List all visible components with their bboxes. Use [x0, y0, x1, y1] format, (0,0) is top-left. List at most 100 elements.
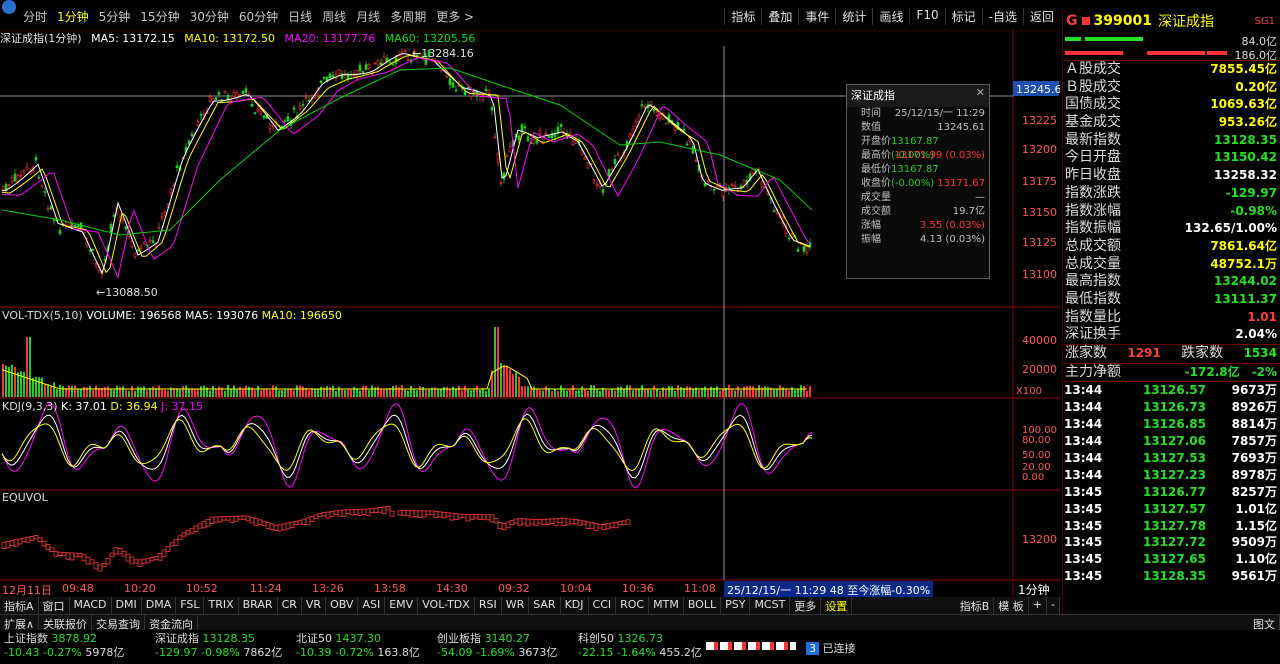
index-ticker[interactable]: 深证成指 13128.35 -129.97 -0.98% 7862亿: [155, 632, 282, 660]
tick-volume: 8926万: [1231, 400, 1277, 415]
equvol-box: [41, 540, 47, 547]
period-10[interactable]: 更多 >: [431, 8, 479, 25]
indicator-tab-14[interactable]: RSI: [475, 597, 502, 614]
time-tick: 10:20: [124, 582, 156, 595]
volume-bar: [668, 385, 670, 397]
volume-bar: [488, 388, 490, 397]
indicator-tab-20[interactable]: MTM: [649, 597, 684, 614]
period-0[interactable]: 分时: [18, 8, 52, 25]
tool-button-8[interactable]: 返回: [1022, 8, 1060, 25]
volume-bar: [620, 386, 622, 397]
candle-body: [634, 121, 638, 127]
period-2[interactable]: 5分钟: [94, 8, 136, 25]
indicator-tab-1[interactable]: 窗口: [39, 597, 70, 614]
period-9[interactable]: 多周期: [385, 8, 431, 25]
volume-bar: [734, 390, 736, 397]
indicator-tab-7[interactable]: BRAR: [239, 597, 278, 614]
indicator-tab-17[interactable]: KDJ: [561, 597, 589, 614]
volume-bar: [74, 385, 76, 397]
period-5[interactable]: 60分钟: [234, 8, 283, 25]
crosshair-price: 13245.6: [1016, 83, 1060, 96]
vol-ma5: MA5: 193076: [184, 309, 259, 322]
indicator-tab-22[interactable]: PSY: [721, 597, 751, 614]
index-ticker[interactable]: 上证指数 3878.92 -10.43 -0.27% 5978亿: [4, 632, 124, 660]
data-window-title: 深证成指 ✕: [847, 85, 989, 107]
period-7[interactable]: 周线: [317, 8, 351, 25]
tool-button-7[interactable]: -自选: [981, 8, 1023, 25]
tool-button-1[interactable]: 叠加: [761, 8, 798, 25]
equvol-box: [529, 518, 535, 525]
indicator-tab-10[interactable]: OBV: [326, 597, 359, 614]
period-3[interactable]: 15分钟: [135, 8, 184, 25]
advance-decline: 涨家数 1291 跌家数 1534: [1063, 344, 1280, 363]
ticker-price: 3140.27: [484, 632, 531, 645]
period-8[interactable]: 月线: [351, 8, 385, 25]
indicator-tab-8[interactable]: CR: [278, 597, 302, 614]
volume-bar: [236, 389, 238, 397]
candle-body: [298, 105, 302, 110]
indicator-tab-15[interactable]: WR: [502, 597, 530, 614]
tool-button-3[interactable]: 统计: [835, 8, 872, 25]
indicator-tab-6[interactable]: TRIX: [204, 597, 239, 614]
indicator-tab-18[interactable]: CCI: [589, 597, 617, 614]
sub-tab-2[interactable]: 交易查询: [92, 615, 146, 631]
indicator-tab-21[interactable]: BOLL: [684, 597, 722, 614]
indicator-tab-5[interactable]: FSL: [176, 597, 205, 614]
volume-bar: [164, 390, 166, 397]
index-ticker[interactable]: 科创50 1326.73 -22.15 -1.64% 455.2亿: [578, 632, 702, 660]
quote-value: 13128.35: [1213, 132, 1277, 147]
sub-tab-0[interactable]: 扩展∧: [0, 615, 40, 631]
indicator-tab-12[interactable]: EMV: [385, 597, 419, 614]
period-6[interactable]: 日线: [283, 8, 317, 25]
sub-tab-graphic[interactable]: 图文: [1249, 615, 1280, 631]
quote-value: 13150.42: [1213, 150, 1277, 165]
indicator-tab-right-3[interactable]: -: [1047, 597, 1060, 614]
close-icon[interactable]: ✕: [976, 86, 985, 99]
time-tick: 11:24: [250, 582, 282, 595]
equvol-box: [549, 518, 555, 524]
connection-status[interactable]: 3 已连接: [806, 640, 856, 656]
volume-bar: [803, 386, 805, 397]
volume-bar: [278, 390, 280, 397]
indicator-tab-right-1[interactable]: 模 板: [994, 597, 1029, 614]
tool-button-5[interactable]: F10: [909, 8, 944, 25]
candle-body: [256, 109, 260, 112]
sub-tab-3[interactable]: 资金流向: [145, 615, 199, 631]
indicator-tab-16[interactable]: SAR: [529, 597, 561, 614]
indicator-tab-25[interactable]: 设置: [821, 597, 853, 614]
indicator-tab-right-0[interactable]: 指标B: [956, 597, 995, 614]
equvol-box: [545, 518, 551, 525]
equvol-box: [241, 515, 247, 520]
indicator-tab-4[interactable]: DMA: [142, 597, 177, 614]
row-key: 成交额: [861, 206, 891, 217]
tool-button-0[interactable]: 指标: [724, 8, 761, 25]
indicator-tab-23[interactable]: MCST: [750, 597, 791, 614]
indicator-tab-0[interactable]: 指标A: [0, 597, 39, 614]
indicator-tab-3[interactable]: DMI: [112, 597, 142, 614]
candle-body: [772, 210, 776, 212]
tool-button-2[interactable]: 事件: [798, 8, 835, 25]
indicator-tab-19[interactable]: ROC: [616, 597, 650, 614]
tick-price: 13126.57: [1142, 383, 1206, 398]
indicator-tab-9[interactable]: VR: [302, 597, 327, 614]
indicator-tab-13[interactable]: VOL-TDX: [418, 597, 475, 614]
indicator-tab-11[interactable]: ASI: [358, 597, 386, 614]
sub-tab-1[interactable]: 关联报价: [39, 615, 93, 631]
candle-body: [712, 189, 716, 191]
indicator-tab-2[interactable]: MACD: [70, 597, 112, 614]
volume-bar: [230, 388, 232, 397]
equvol-box: [181, 532, 187, 537]
tick-list[interactable]: 13:44 13126.57 9673万 13:44 13126.73 8926万 13:4…: [1063, 381, 1280, 585]
volume-bar: [677, 385, 679, 397]
volume-bar: [344, 390, 346, 397]
indicator-tab-24[interactable]: 更多: [790, 597, 822, 614]
period-4[interactable]: 30分钟: [185, 8, 234, 25]
tick-time: 13:45: [1064, 569, 1103, 584]
equvol-box: [401, 510, 407, 516]
index-ticker[interactable]: 北证50 1437.30 -10.39 -0.72% 163.8亿: [296, 632, 420, 660]
period-1[interactable]: 1分钟: [52, 8, 94, 25]
index-ticker[interactable]: 创业板指 3140.27 -54.09 -1.69% 3673亿: [437, 632, 557, 660]
tool-button-4[interactable]: 画线: [872, 8, 909, 25]
tool-button-6[interactable]: 标记: [944, 8, 982, 25]
indicator-tab-right-2[interactable]: +: [1029, 597, 1048, 614]
